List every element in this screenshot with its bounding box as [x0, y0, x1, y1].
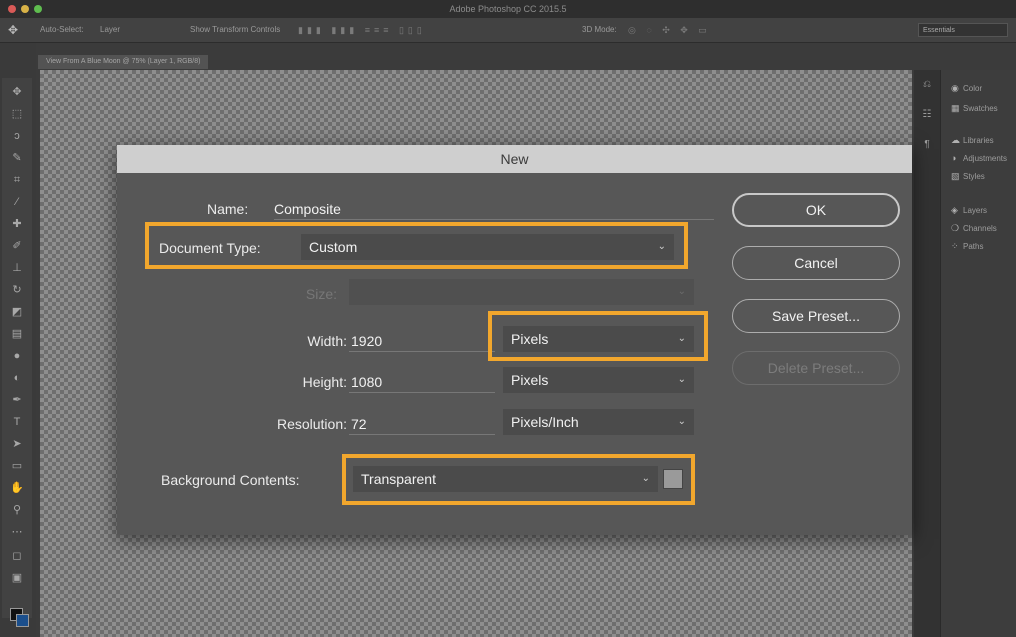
- background-color-swatch[interactable]: [16, 614, 29, 627]
- resolution-field[interactable]: 72: [351, 416, 367, 432]
- adjustments-icon: ◑: [951, 153, 957, 163]
- resolution-label: Resolution:: [276, 416, 347, 432]
- save-preset-button[interactable]: Save Preset...: [732, 299, 900, 333]
- grid-icon: ▦: [951, 103, 960, 113]
- marquee-tool-icon[interactable]: ⬚: [7, 106, 27, 122]
- highlight-width-unit: [488, 311, 708, 361]
- delete-preset-button[interactable]: Delete Preset...: [732, 351, 900, 385]
- app-title-bar: Adobe Photoshop CC 2015.5: [0, 0, 1016, 18]
- history-brush-tool-icon[interactable]: ↻: [7, 282, 27, 298]
- layers-icon: ◈: [951, 205, 958, 215]
- hand-tool-icon[interactable]: ✋: [7, 480, 27, 496]
- clone-stamp-tool-icon[interactable]: ⊥: [7, 260, 27, 276]
- name-field[interactable]: Composite: [274, 201, 341, 217]
- panel-item-paths[interactable]: ⁘ Paths: [951, 238, 983, 254]
- move-tool-icon[interactable]: ✥: [8, 18, 18, 42]
- history-icon[interactable]: ⎌: [920, 78, 934, 92]
- panels-dock: ◉ Color ▦ Swatches ☁ Libraries ◑ Adjustments…: [940, 70, 1016, 637]
- name-label: Name:: [207, 201, 249, 217]
- color-wheel-icon: ◉: [951, 83, 959, 93]
- resolution-unit-select[interactable]: Pixels/Inch ⌄: [503, 409, 694, 435]
- brush-tool-icon[interactable]: ✐: [7, 238, 27, 254]
- panel-icon-strip: ⎌ ☷ ¶: [914, 70, 940, 637]
- dialog-title: New: [117, 145, 912, 173]
- highlight-document-type: [145, 222, 688, 269]
- panel-item-adjustments[interactable]: ◑ Adjustments: [951, 150, 1007, 166]
- background-contents-label: Background Contents:: [161, 472, 300, 488]
- tools-panel: ✥ ⬚ ↄ ✎ ⌗ ⁄ ✚ ✐ ⊥ ↻ ◩ ▤ ● ◐ ✒ T ➤ ▭ ✋ ⚲ …: [2, 78, 32, 627]
- gradient-tool-icon[interactable]: ▤: [7, 326, 27, 342]
- options-bar: ✥ Auto-Select: Layer Show Transform Cont…: [0, 18, 1016, 43]
- blur-tool-icon[interactable]: ●: [7, 348, 27, 364]
- panel-item-color[interactable]: ◉ Color: [951, 80, 982, 96]
- styles-icon: ▧: [951, 171, 960, 181]
- crop-tool-icon[interactable]: ⌗: [7, 172, 27, 188]
- close-window-button[interactable]: [8, 5, 16, 13]
- path-selection-tool-icon[interactable]: ➤: [7, 436, 27, 452]
- panel-item-channels[interactable]: ❍ Channels: [951, 220, 997, 236]
- width-label: Width:: [307, 333, 347, 349]
- dodge-tool-icon[interactable]: ◐: [7, 370, 27, 386]
- width-field[interactable]: 1920: [351, 333, 382, 349]
- new-document-dialog: New Name: Composite Document Type: Custo…: [117, 145, 912, 535]
- 3d-mode-label: 3D Mode:: [582, 25, 617, 34]
- height-field-underline: [349, 392, 495, 393]
- document-tab[interactable]: View From A Blue Moon @ 75% (Layer 1, RG…: [38, 55, 209, 69]
- auto-select-dropdown[interactable]: Layer: [100, 18, 120, 42]
- 3d-mode-icons[interactable]: ◎ ◌ ✣ ✥ ▭: [628, 18, 711, 42]
- resolution-field-underline: [349, 434, 495, 435]
- cancel-button[interactable]: Cancel: [732, 246, 900, 280]
- chevron-down-icon: ⌄: [677, 416, 686, 427]
- character-icon[interactable]: ¶: [920, 138, 934, 152]
- eraser-tool-icon[interactable]: ◩: [7, 304, 27, 320]
- width-field-underline: [349, 351, 495, 352]
- workspace-select[interactable]: Essentials: [918, 23, 1008, 37]
- height-unit-select[interactable]: Pixels ⌄: [503, 367, 694, 393]
- channels-icon: ❍: [951, 223, 960, 233]
- ok-button[interactable]: OK: [732, 193, 900, 227]
- type-tool-icon[interactable]: T: [7, 414, 27, 430]
- panel-item-layers[interactable]: ◈ Layers: [951, 202, 987, 218]
- panel-item-libraries[interactable]: ☁ Libraries: [951, 132, 994, 148]
- cloud-library-icon: ☁: [951, 135, 960, 145]
- more-tools-icon[interactable]: ⋯: [7, 524, 27, 540]
- chevron-down-icon: ⌄: [677, 286, 686, 297]
- app-title: Adobe Photoshop CC 2015.5: [449, 4, 567, 14]
- lasso-tool-icon[interactable]: ↄ: [7, 128, 27, 144]
- auto-select-checkbox-label[interactable]: Auto-Select:: [40, 18, 84, 42]
- panel-item-swatches[interactable]: ▦ Swatches: [951, 100, 998, 116]
- eyedropper-tool-icon[interactable]: ⁄: [7, 194, 27, 210]
- pen-tool-icon[interactable]: ✒: [7, 392, 27, 408]
- rectangle-tool-icon[interactable]: ▭: [7, 458, 27, 474]
- height-label: Height:: [302, 374, 347, 390]
- screen-mode-icon[interactable]: ▣: [7, 570, 27, 586]
- size-select[interactable]: ⌄: [349, 279, 694, 305]
- align-icons[interactable]: ▮▮▮ ▮▮▮ ≡≡≡ ▯▯▯: [298, 18, 426, 42]
- show-transform-controls-checkbox[interactable]: Show Transform Controls: [190, 18, 280, 42]
- highlight-background-contents: [342, 454, 695, 505]
- name-field-underline: [274, 219, 714, 220]
- paths-icon: ⁘: [951, 241, 959, 251]
- move-tool-icon[interactable]: ✥: [7, 84, 27, 100]
- zoom-tool-icon[interactable]: ⚲: [7, 502, 27, 518]
- quick-mask-icon[interactable]: ◻: [7, 548, 27, 564]
- panel-item-styles[interactable]: ▧ Styles: [951, 168, 985, 184]
- minimize-window-button[interactable]: [21, 5, 29, 13]
- zoom-window-button[interactable]: [34, 5, 42, 13]
- properties-icon[interactable]: ☷: [920, 108, 934, 122]
- size-label: Size:: [305, 286, 337, 302]
- height-field[interactable]: 1080: [351, 374, 382, 390]
- healing-brush-tool-icon[interactable]: ✚: [7, 216, 27, 232]
- chevron-down-icon: ⌄: [677, 374, 686, 385]
- quick-selection-tool-icon[interactable]: ✎: [7, 150, 27, 166]
